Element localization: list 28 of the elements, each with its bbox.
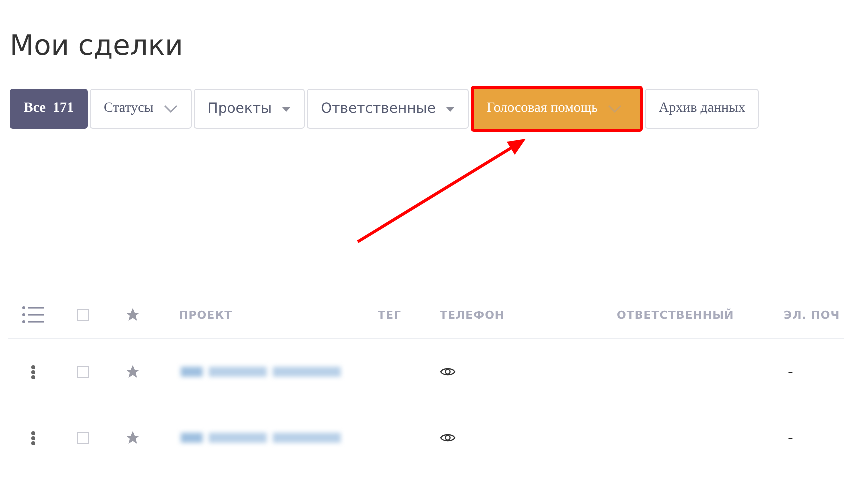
checkbox[interactable] [77, 432, 89, 444]
email-value: - [788, 363, 794, 381]
column-header: ТЕЛЕФОН [440, 308, 505, 322]
filter-button[interactable]: Все 171 [10, 89, 88, 129]
eye-icon[interactable] [440, 432, 456, 444]
chevron-icon [608, 105, 622, 113]
column-header: ПРОЕКТ [179, 308, 233, 322]
caret-icon [282, 106, 292, 112]
page-title: Мои сделки [10, 28, 184, 64]
column-header: ОТВЕТСТВЕННЫЙ [617, 308, 734, 322]
dots-icon[interactable] [30, 430, 36, 446]
chevron-icon [164, 105, 178, 113]
column-header: ЭЛ. ПОЧ [784, 308, 840, 322]
star-icon[interactable] [125, 364, 141, 380]
filter-button[interactable]: Ответственные [307, 89, 469, 129]
checkbox[interactable] [77, 366, 89, 378]
checkbox[interactable] [77, 309, 89, 321]
star-icon[interactable] [125, 307, 141, 323]
filter-button[interactable]: Статусы [90, 89, 192, 129]
list-icon[interactable] [22, 306, 44, 324]
filter-button[interactable]: Архив данных [645, 89, 760, 129]
caret-icon [446, 106, 455, 112]
dots-icon[interactable] [30, 364, 36, 380]
email-value: - [788, 429, 794, 447]
filter-button[interactable]: Проекты [194, 89, 306, 129]
star-icon[interactable] [125, 430, 141, 446]
eye-icon[interactable] [440, 366, 456, 378]
column-header: ТЕГ [378, 308, 402, 322]
